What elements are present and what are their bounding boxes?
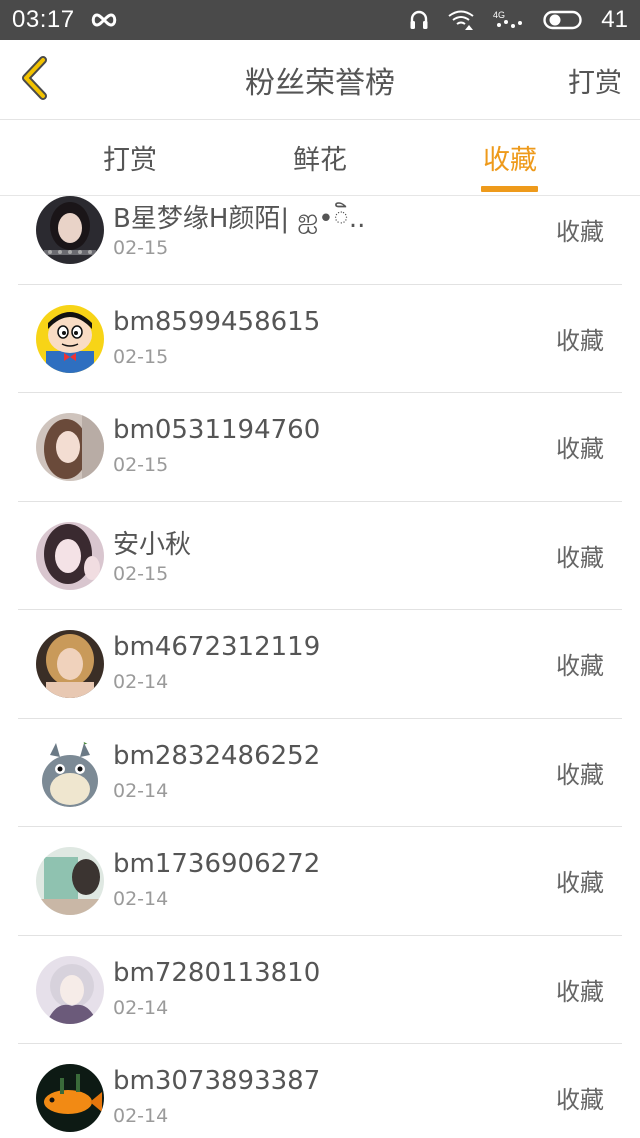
girl-long-hair-avatar bbox=[36, 413, 104, 481]
list-item[interactable]: bm0531194760 02-15 收藏 bbox=[0, 393, 640, 502]
fan-date: 02-14 bbox=[113, 888, 169, 910]
fan-date: 02-15 bbox=[113, 562, 169, 585]
tab-bar: 打赏 鲜花 收藏 bbox=[0, 120, 640, 196]
list-item[interactable]: bm7280113810 02-14 收藏 bbox=[0, 936, 640, 1045]
book-reader-avatar bbox=[36, 847, 104, 915]
fan-name: bm1736906272 bbox=[113, 849, 321, 879]
list-item[interactable]: bm4672312119 02-14 收藏 bbox=[0, 610, 640, 719]
fan-list[interactable]: B星梦缘H颜陌| ஐ•ិ.. 02-15 收藏 bm8599458615 02-… bbox=[0, 196, 640, 1138]
infinity-icon bbox=[89, 11, 119, 29]
chevron-left-icon bbox=[19, 56, 49, 104]
fan-date: 02-14 bbox=[113, 996, 169, 1019]
fan-action-type: 收藏 bbox=[556, 760, 604, 789]
tab-favorites[interactable]: 收藏 bbox=[460, 120, 560, 195]
signal-4g-icon: 4G bbox=[493, 9, 525, 31]
app-header: 粉丝荣誉榜 打赏 bbox=[0, 40, 640, 120]
fan-action-type: 收藏 bbox=[556, 543, 604, 572]
fan-name: bm7280113810 bbox=[113, 957, 321, 988]
fan-action-type: 收藏 bbox=[556, 977, 604, 1006]
page-title: 粉丝荣誉榜 bbox=[245, 66, 395, 101]
fan-name: bm2832486252 bbox=[113, 740, 321, 771]
battery-toggle-icon bbox=[543, 9, 583, 31]
fan-date: 02-14 bbox=[113, 779, 169, 802]
tab-reward[interactable]: 打赏 bbox=[80, 120, 180, 195]
list-item[interactable]: bm1736906272 02-14 收藏 bbox=[0, 827, 640, 936]
girl-dark-hair-avatar bbox=[36, 196, 104, 264]
active-tab-indicator bbox=[481, 186, 538, 192]
fan-date: 02-15 bbox=[113, 345, 169, 368]
fan-name: bm3073893387 bbox=[113, 1066, 321, 1096]
fan-name: bm4672312119 bbox=[113, 632, 321, 662]
fan-name: bm0531194760 bbox=[113, 415, 321, 445]
status-time: 03:17 bbox=[12, 6, 75, 33]
battery-percent: 41 bbox=[601, 6, 628, 33]
girl-blonde-avatar bbox=[36, 630, 104, 698]
fan-action-type: 收藏 bbox=[556, 652, 604, 680]
back-button[interactable] bbox=[14, 56, 54, 104]
fan-name: B星梦缘H颜陌| ஐ•ិ.. bbox=[113, 204, 366, 234]
list-item[interactable]: bm8599458615 02-15 收藏 bbox=[0, 285, 640, 394]
tab-flowers[interactable]: 鲜花 bbox=[270, 120, 370, 195]
list-item[interactable]: 安小秋 02-15 收藏 bbox=[0, 502, 640, 611]
reward-button[interactable]: 打赏 bbox=[568, 40, 622, 120]
fan-date: 02-15 bbox=[113, 237, 169, 259]
fan-action-type: 收藏 bbox=[556, 435, 604, 463]
fan-date: 02-14 bbox=[113, 1105, 169, 1127]
wifi-icon bbox=[447, 9, 475, 31]
fan-name: 安小秋 bbox=[113, 529, 192, 560]
fan-date: 02-14 bbox=[113, 671, 169, 693]
status-bar: 03:17 4G 41 bbox=[0, 0, 640, 40]
list-item[interactable]: B星梦缘H颜陌| ஐ•ិ.. 02-15 收藏 bbox=[0, 196, 640, 285]
totoro-avatar bbox=[36, 738, 104, 807]
fan-date: 02-15 bbox=[113, 454, 169, 476]
list-item[interactable]: bm3073893387 02-14 收藏 bbox=[0, 1044, 640, 1138]
cartoon-boy-avatar bbox=[36, 304, 104, 373]
list-item[interactable]: bm2832486252 02-14 收藏 bbox=[0, 719, 640, 828]
goldfish-avatar bbox=[36, 1064, 104, 1132]
fan-action-type: 收藏 bbox=[556, 1086, 604, 1114]
fan-action-type: 收藏 bbox=[556, 218, 604, 246]
fan-name: bm8599458615 bbox=[113, 306, 321, 337]
girl-selfie-avatar bbox=[36, 521, 104, 590]
svg-text:4G: 4G bbox=[493, 10, 505, 20]
fan-action-type: 收藏 bbox=[556, 869, 604, 897]
anime-character-avatar bbox=[36, 955, 104, 1024]
fan-action-type: 收藏 bbox=[556, 326, 604, 355]
headphones-icon bbox=[409, 9, 429, 31]
